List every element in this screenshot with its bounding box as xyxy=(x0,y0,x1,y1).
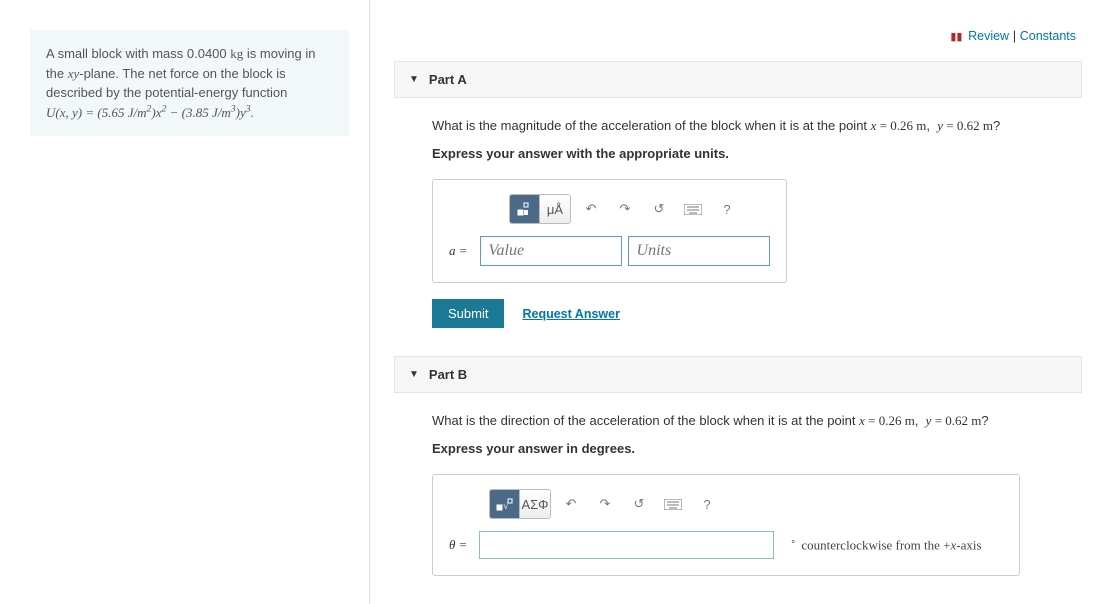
part-b-title: Part B xyxy=(429,367,467,382)
templates-button[interactable] xyxy=(510,195,540,223)
undo-button[interactable]: ↶ xyxy=(577,195,605,223)
part-b-lhs: θ = xyxy=(449,537,467,553)
theta-input[interactable] xyxy=(479,531,774,559)
separator: | xyxy=(1013,28,1020,43)
units-button[interactable]: μÅ xyxy=(540,195,570,223)
txt: A small block with mass 0.0400 xyxy=(46,46,230,61)
redo-button[interactable]: ↷ xyxy=(611,195,639,223)
part-b-answer-box: √ ΑΣΦ ↶ ↷ ↺ ? θ = xyxy=(432,474,1020,576)
part-b-instruction: Express your answer in degrees. xyxy=(432,441,1082,456)
potential-function: U(x, y) = (5.65 J/m2)x2 − (3.85 J/m3)y3. xyxy=(46,105,254,120)
help-button[interactable]: ? xyxy=(693,490,721,518)
book-icon: ▮▮ xyxy=(950,31,962,43)
part-a-title: Part A xyxy=(429,72,467,87)
part-a-header[interactable]: ▼ Part A xyxy=(394,61,1082,98)
collapse-icon: ▼ xyxy=(409,369,419,380)
collapse-icon: ▼ xyxy=(409,74,419,85)
part-a-answer-box: μÅ ↶ ↷ ↺ ? a = xyxy=(432,179,787,283)
format-tools: √ ΑΣΦ xyxy=(489,489,551,519)
units-input[interactable] xyxy=(628,236,770,266)
undo-button[interactable]: ↶ xyxy=(557,490,585,518)
unit: kg xyxy=(230,46,243,61)
part-a-instruction: Express your answer with the appropriate… xyxy=(432,146,1082,161)
format-tools: μÅ xyxy=(509,194,571,224)
review-link[interactable]: Review xyxy=(968,29,1009,43)
templates-button[interactable]: √ xyxy=(490,490,520,518)
part-b-header[interactable]: ▼ Part B xyxy=(394,356,1082,393)
header-links: ▮▮ Review | Constants xyxy=(370,0,1106,61)
part-b-question: What is the direction of the acceleratio… xyxy=(432,413,1082,429)
reset-button[interactable]: ↺ xyxy=(645,195,673,223)
var-xy: xy xyxy=(68,66,80,81)
post-units: ∘ counterclockwise from the +x-axis xyxy=(790,536,981,553)
keyboard-button[interactable] xyxy=(659,490,687,518)
constants-link[interactable]: Constants xyxy=(1020,29,1076,43)
greek-button[interactable]: ΑΣΦ xyxy=(520,490,550,518)
help-button[interactable]: ? xyxy=(713,195,741,223)
redo-button[interactable]: ↷ xyxy=(591,490,619,518)
part-a-lhs: a = xyxy=(449,243,468,259)
keyboard-button[interactable] xyxy=(679,195,707,223)
request-answer-link[interactable]: Request Answer xyxy=(522,307,619,321)
problem-statement: A small block with mass 0.0400 kg is mov… xyxy=(30,30,349,136)
value-input[interactable] xyxy=(480,236,622,266)
part-a-question: What is the magnitude of the acceleratio… xyxy=(432,118,1082,134)
reset-button[interactable]: ↺ xyxy=(625,490,653,518)
txt: -plane. The net force on the block is de… xyxy=(46,66,287,101)
submit-button[interactable]: Submit xyxy=(432,299,504,328)
